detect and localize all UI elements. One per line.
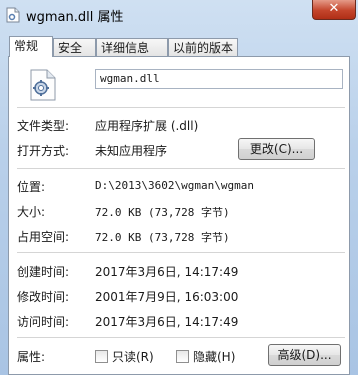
location-label: 位置:	[17, 180, 46, 194]
dll-file-icon	[30, 69, 56, 101]
open-with-label: 打开方式:	[17, 144, 70, 158]
checkbox-box[interactable]	[95, 350, 108, 363]
disk-size-label: 占用空间:	[17, 230, 70, 244]
modified-label: 修改时间:	[17, 290, 70, 304]
file-type-value: 应用程序扩展 (.dll)	[95, 119, 199, 133]
window-title: wgman.dll 属性	[26, 10, 124, 25]
attributes-label: 属性:	[17, 350, 46, 364]
modified-value: 2001年7月9日, 16:03:00	[95, 290, 239, 304]
divider	[17, 337, 345, 338]
divider	[17, 107, 345, 108]
divider	[17, 252, 345, 253]
tab-security[interactable]: 安全	[53, 38, 96, 56]
accessed-label: 访问时间:	[17, 315, 70, 329]
tab-previous-versions[interactable]: 以前的版本	[168, 38, 238, 56]
open-with-value: 未知应用程序	[95, 144, 168, 158]
accessed-value: 2017年3月6日, 14:17:49	[95, 315, 239, 329]
file-icon	[6, 7, 20, 23]
close-button[interactable]: ✕	[312, 0, 356, 20]
checkbox-box[interactable]	[176, 350, 189, 363]
tab-details[interactable]: 详细信息	[96, 38, 168, 56]
divider	[17, 168, 345, 169]
file-name-field[interactable]: wgman.dll	[95, 69, 343, 89]
title-bar: wgman.dll 属性 ✕	[0, 0, 358, 30]
tab-general[interactable]: 常规	[9, 36, 53, 57]
size-value: 72.0 KB (73,728 字节)	[95, 206, 230, 219]
general-panel: wgman.dll 文件类型: 应用程序扩展 (.dll) 打开方式: 未知应用…	[8, 56, 350, 375]
change-button[interactable]: 更改(C)...	[238, 138, 315, 160]
size-label: 大小:	[17, 205, 46, 219]
readonly-label: 只读(R)	[112, 350, 154, 364]
file-type-label: 文件类型:	[17, 119, 70, 133]
created-value: 2017年3月6日, 14:17:49	[95, 265, 239, 279]
advanced-button[interactable]: 高级(D)...	[268, 344, 341, 366]
disk-size-value: 72.0 KB (73,728 字节)	[95, 231, 230, 244]
hidden-label: 隐藏(H)	[193, 350, 236, 364]
location-value: D:\2013\3602\wgman\wgman	[95, 179, 254, 192]
hidden-checkbox[interactable]: 隐藏(H)	[176, 348, 235, 365]
readonly-checkbox[interactable]: 只读(R)	[95, 348, 154, 365]
created-label: 创建时间:	[17, 265, 70, 279]
